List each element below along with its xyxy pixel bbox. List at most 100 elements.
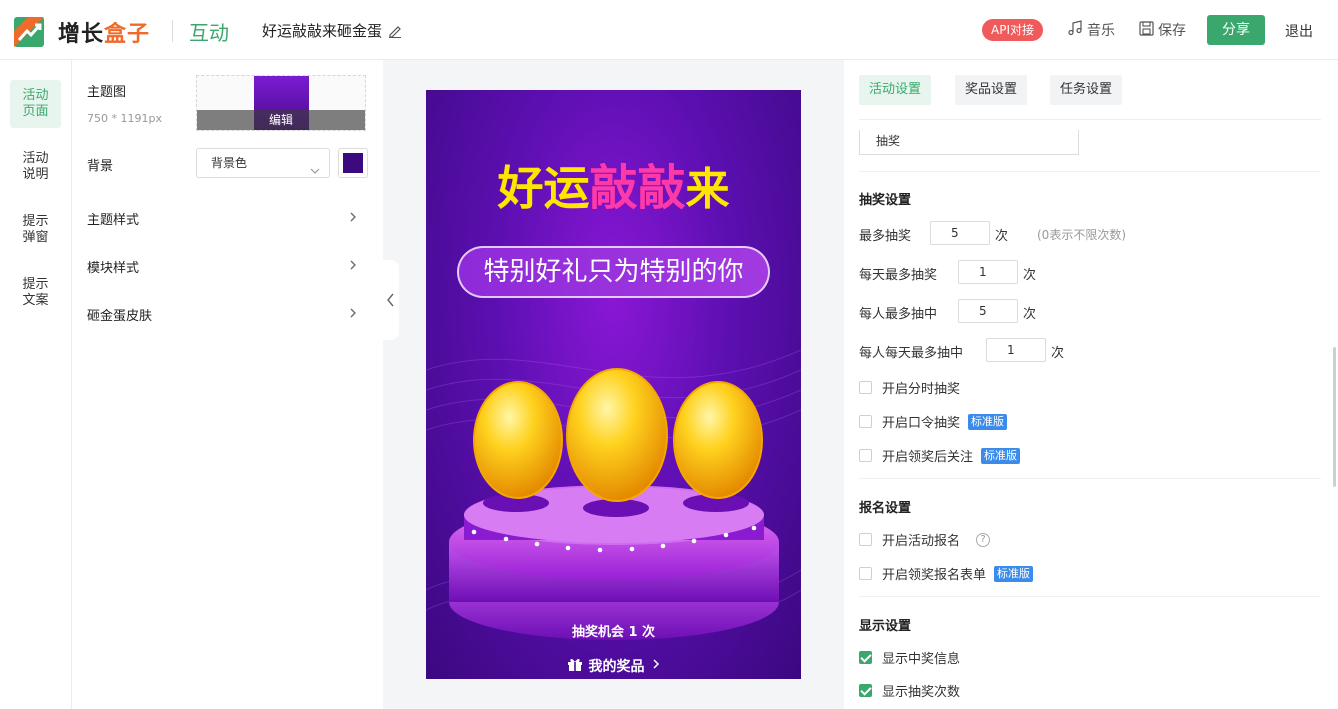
brand-subtitle: 互动 bbox=[189, 21, 229, 45]
top-header: 增长盒子 互动 好运敲敲来砸金蛋 API对接 音乐 保存 分享 退出 bbox=[0, 0, 1338, 60]
floppy-icon bbox=[1139, 20, 1154, 40]
signup-form-option[interactable]: 开启领奖报名表单 标准版 bbox=[859, 564, 1034, 583]
title-part-c: 来 bbox=[685, 164, 730, 215]
nav-item-activity-page[interactable]: 活动 页面 bbox=[10, 80, 61, 128]
timed-draw-option[interactable]: 开启分时抽奖 bbox=[859, 378, 960, 397]
chevron-left-icon bbox=[387, 293, 394, 307]
background-select-value: 背景色 bbox=[211, 156, 248, 170]
show-count-label: 显示抽奖次数 bbox=[882, 685, 961, 700]
show-count-checkbox[interactable] bbox=[859, 684, 872, 697]
tab-prize-settings[interactable]: 奖品设置 bbox=[955, 75, 1028, 105]
signup-enable-checkbox[interactable] bbox=[859, 533, 872, 546]
nav-item-prompt-popup[interactable]: 提示 弹窗 bbox=[10, 206, 61, 254]
api-badge[interactable]: API对接 bbox=[982, 19, 1043, 41]
nav-label: 弹窗 bbox=[22, 230, 49, 245]
color-swatch bbox=[343, 153, 363, 173]
background-select[interactable]: 背景色 bbox=[196, 148, 330, 178]
my-prize-label: 我的奖品 bbox=[588, 659, 645, 675]
theme-image-size: 750 * 1191px bbox=[87, 112, 162, 125]
title-part-a: 好运 bbox=[497, 161, 590, 215]
music-label: 音乐 bbox=[1087, 23, 1115, 39]
person-daily-label: 每人每天最多抽中 bbox=[859, 346, 964, 361]
section-divider bbox=[859, 171, 1321, 172]
nav-label: 活动 bbox=[22, 88, 49, 103]
brand-divider bbox=[172, 20, 173, 42]
exit-button[interactable]: 退出 bbox=[1285, 21, 1313, 41]
activity-settings-panel: 活动设置 奖品设置 任务设置 抽奖 抽奖设置 最多抽奖 5 次 (0表示不限次数… bbox=[844, 60, 1338, 709]
standard-edition-badge: 标准版 bbox=[994, 565, 1034, 582]
password-draw-label: 开启口令抽奖 bbox=[882, 416, 961, 431]
preview-subtitle: 特别好礼只为特别的你 bbox=[457, 246, 770, 298]
theme-image-label: 主题图 bbox=[87, 85, 127, 100]
my-prize-link[interactable]: 我的奖品 bbox=[426, 656, 801, 676]
nav-item-activity-desc[interactable]: 活动 说明 bbox=[10, 143, 61, 191]
max-draw-unit: 次 bbox=[995, 229, 1009, 244]
chevron-right-icon[interactable] bbox=[348, 259, 358, 270]
background-color-picker[interactable] bbox=[338, 148, 368, 178]
nav-label: 活动 bbox=[22, 151, 49, 166]
person-daily-input[interactable]: 1 bbox=[986, 338, 1046, 362]
max-draw-input[interactable]: 5 bbox=[930, 221, 990, 245]
egg-skin-row[interactable]: 砸金蛋皮肤 bbox=[87, 305, 152, 324]
section-divider bbox=[859, 596, 1321, 597]
nav-item-prompt-copy[interactable]: 提示 文案 bbox=[10, 269, 61, 317]
standard-edition-badge: 标准版 bbox=[968, 413, 1008, 430]
standard-edition-badge: 标准版 bbox=[981, 447, 1021, 464]
activity-name-input[interactable]: 抽奖 bbox=[859, 130, 1079, 155]
save-button[interactable]: 保存 bbox=[1139, 20, 1186, 40]
signup-enable-option[interactable]: 开启活动报名 ? bbox=[859, 530, 991, 549]
preview-area: 好运敲敲来 特别好礼只为特别的你 抽奖机会 1 次 我的奖品 bbox=[383, 60, 844, 709]
phone-preview[interactable]: 好运敲敲来 特别好礼只为特别的你 抽奖机会 1 次 我的奖品 bbox=[426, 90, 801, 679]
timed-draw-checkbox[interactable] bbox=[859, 381, 872, 394]
question-icon[interactable]: ? bbox=[976, 532, 991, 547]
brand-logo[interactable]: 增长盒子 bbox=[14, 16, 150, 48]
password-draw-option[interactable]: 开启口令抽奖 标准版 bbox=[859, 412, 1008, 431]
signup-form-label: 开启领奖报名表单 bbox=[882, 568, 987, 583]
show-winner-checkbox[interactable] bbox=[859, 651, 872, 664]
activity-title[interactable]: 好运敲敲来砸金蛋 bbox=[262, 20, 402, 41]
activity-title-text: 好运敲敲来砸金蛋 bbox=[262, 22, 383, 40]
show-winner-option[interactable]: 显示中奖信息 bbox=[859, 648, 960, 667]
password-draw-checkbox[interactable] bbox=[859, 415, 872, 428]
logo-icon bbox=[14, 17, 46, 47]
nav-label: 文案 bbox=[22, 293, 49, 308]
person-daily-unit: 次 bbox=[1051, 346, 1065, 361]
theme-style-row[interactable]: 主题样式 bbox=[87, 209, 139, 228]
left-nav: 活动 页面 活动 说明 提示 弹窗 提示 文案 bbox=[0, 60, 72, 709]
nav-label: 页面 bbox=[22, 104, 49, 119]
section-divider bbox=[859, 478, 1321, 479]
tab-task-settings[interactable]: 任务设置 bbox=[1050, 75, 1123, 105]
nav-label: 提示 bbox=[22, 214, 49, 229]
music-button[interactable]: 音乐 bbox=[1067, 20, 1115, 40]
collapse-panel-button[interactable] bbox=[383, 260, 399, 340]
follow-after-label: 开启领奖后关注 bbox=[882, 450, 974, 465]
person-max-label: 每人最多抽中 bbox=[859, 307, 938, 322]
module-style-row[interactable]: 模块样式 bbox=[87, 257, 139, 276]
show-count-option[interactable]: 显示抽奖次数 bbox=[859, 681, 960, 700]
chevron-right-icon bbox=[651, 658, 661, 674]
tab-activity-settings[interactable]: 活动设置 bbox=[859, 75, 932, 105]
person-max-input[interactable]: 5 bbox=[958, 299, 1018, 323]
chevron-right-icon[interactable] bbox=[348, 307, 358, 318]
share-button[interactable]: 分享 bbox=[1207, 15, 1265, 45]
display-settings-title: 显示设置 bbox=[859, 619, 912, 634]
chevron-right-icon[interactable] bbox=[348, 211, 358, 222]
scrollbar[interactable] bbox=[1333, 347, 1336, 487]
follow-after-checkbox[interactable] bbox=[859, 449, 872, 462]
daily-max-input[interactable]: 1 bbox=[958, 260, 1018, 284]
timed-draw-label: 开启分时抽奖 bbox=[882, 382, 961, 397]
follow-after-option[interactable]: 开启领奖后关注 标准版 bbox=[859, 446, 1021, 465]
signup-form-checkbox[interactable] bbox=[859, 567, 872, 580]
max-draw-label: 最多抽奖 bbox=[859, 229, 912, 244]
edit-theme-button[interactable]: 编辑 bbox=[197, 110, 365, 130]
lottery-settings-title: 抽奖设置 bbox=[859, 193, 912, 208]
page-settings-panel: 主题图 750 * 1191px 编辑 背景 背景色 主题样式 模块样式 砸金蛋… bbox=[72, 60, 383, 709]
nav-label: 说明 bbox=[22, 167, 49, 182]
preview-title: 好运敲敲来 bbox=[426, 148, 801, 218]
gift-icon bbox=[567, 656, 583, 676]
signup-enable-label: 开启活动报名 bbox=[882, 534, 961, 549]
nav-label: 提示 bbox=[22, 277, 49, 292]
signup-settings-title: 报名设置 bbox=[859, 501, 912, 516]
theme-image-upload[interactable]: 编辑 bbox=[196, 75, 366, 131]
pencil-icon[interactable] bbox=[388, 24, 402, 38]
